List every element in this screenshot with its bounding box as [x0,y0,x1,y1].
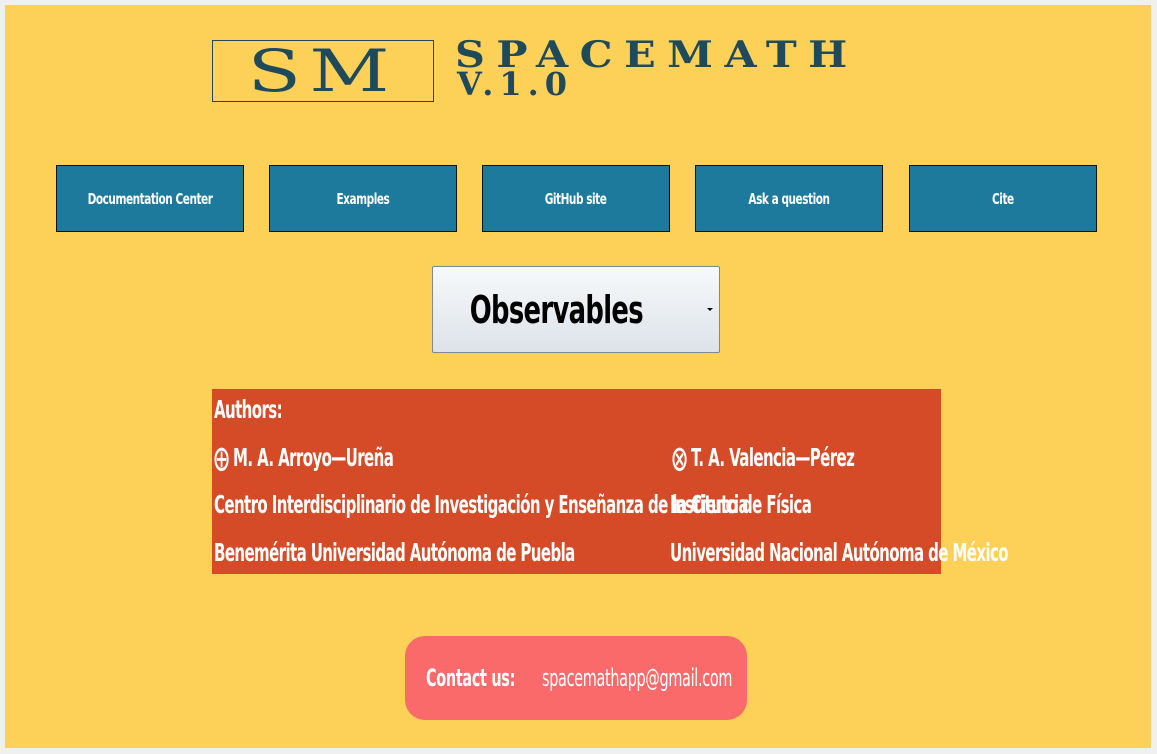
examples-button[interactable]: Examples [269,165,457,232]
github-site-button[interactable]: GitHub site [482,165,670,232]
documentation-center-button[interactable]: Documentation Center [56,165,244,232]
authors-panel: Authors: ⨁ M. A. Arroyo—Ureña Centro Int… [212,389,1009,574]
author2-university: Universidad Nacional Autónoma de México [670,538,1009,567]
logo-mark-text: SM [247,37,399,105]
documentation-center-label: Documentation Center [87,189,213,208]
ask-question-button[interactable]: Ask a question [695,165,883,232]
dropdown-selected-value: Observables [469,287,643,332]
cite-button[interactable]: Cite [909,165,1097,232]
otimes-icon: ⨂ [672,443,687,472]
examples-label: Examples [336,189,390,208]
author2-institute: Instituto de Física [670,490,812,519]
author1-institute: Centro Interdisciplinario de Investigaci… [214,490,749,519]
contact-label: Contact us: [426,664,516,692]
author2-row: ⨂ T. A. Valencia—Pérez [672,443,855,473]
chevron-down-icon [707,308,713,311]
ask-question-label: Ask a question [748,189,830,208]
app-version: V.1.0 [457,65,574,103]
app-window: SM SPACEMATH V.1.0 Documentation Center … [5,5,1151,748]
author1-name: M. A. Arroyo—Ureña [233,443,394,472]
author2-name: T. A. Valencia—Pérez [691,443,855,472]
logo-mark: SM [212,40,434,102]
github-site-label: GitHub site [545,189,607,208]
cite-label: Cite [992,189,1014,208]
author1-university: Benemérita Universidad Autónoma de Puebl… [214,538,575,567]
author1-row: ⨁ M. A. Arroyo—Ureña [214,443,394,473]
observables-dropdown[interactable]: Observables [432,266,720,353]
authors-heading: Authors: [214,395,283,424]
contact-panel: Contact us: spacemathapp@gmail.com [405,636,747,720]
contact-email[interactable]: spacemathapp@gmail.com [542,663,732,693]
oplus-icon: ⨁ [214,443,229,472]
